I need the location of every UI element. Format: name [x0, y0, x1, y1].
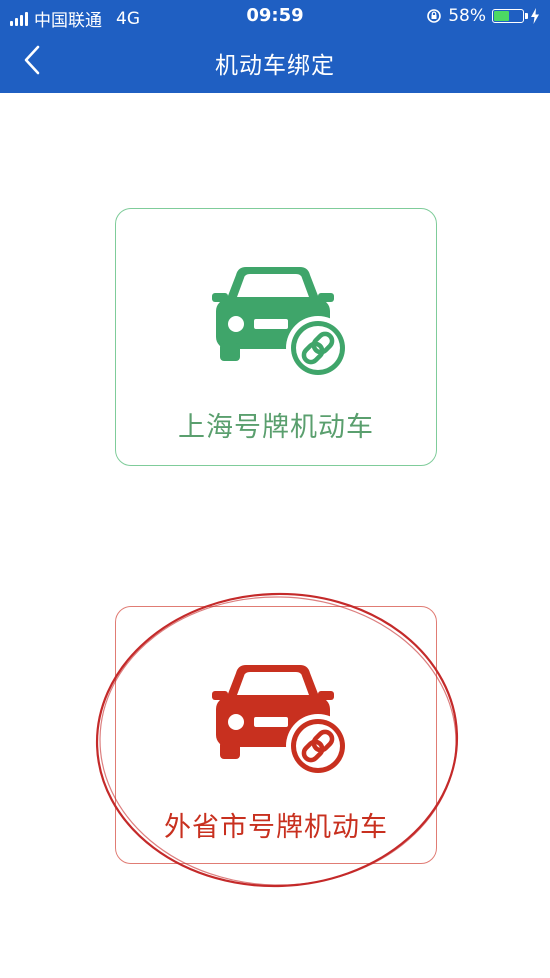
- car-link-icon: [212, 267, 350, 380]
- option-shanghai-plate[interactable]: 上海号牌机动车: [115, 208, 437, 466]
- status-bar: 中国联通 4G 09:59 58%: [0, 0, 550, 34]
- rotation-lock-icon: [427, 9, 442, 23]
- charging-bolt-icon: [531, 8, 539, 24]
- app-header: 中国联通 4G 09:59 58% 机动车绑定: [0, 0, 550, 93]
- car-link-icon: [212, 665, 350, 778]
- battery-icon: [492, 9, 528, 23]
- option-other-province-plate[interactable]: 外省市号牌机动车: [115, 606, 437, 864]
- battery-percent: 58%: [448, 6, 486, 26]
- status-right: 58%: [426, 6, 540, 26]
- option-label: 外省市号牌机动车: [164, 812, 388, 843]
- page-title: 机动车绑定: [215, 53, 335, 79]
- nav-bar: 机动车绑定: [0, 34, 550, 93]
- battery-fill: [494, 11, 510, 21]
- option-label: 上海号牌机动车: [178, 412, 374, 443]
